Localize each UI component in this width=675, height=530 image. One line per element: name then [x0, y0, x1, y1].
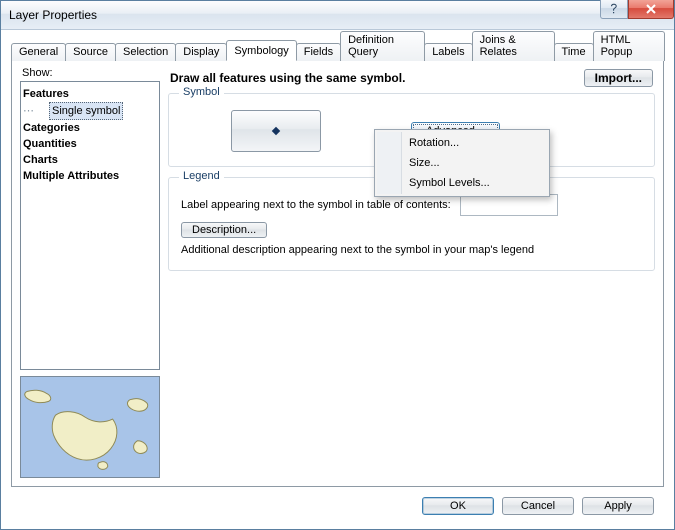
tab-time[interactable]: Time [554, 43, 594, 61]
tab-selection[interactable]: Selection [115, 43, 176, 61]
map-preview-icon [21, 377, 159, 477]
menu-item-size[interactable]: Size... [377, 153, 547, 173]
tree-branch-icon: ⋯ [23, 105, 37, 117]
legend-label-row: Label appearing next to the symbol in ta… [181, 194, 642, 216]
legend-group-title: Legend [179, 170, 224, 182]
panel-header: Draw all features using the same symbol.… [168, 67, 655, 93]
menu-item-rotation[interactable]: Rotation... [377, 133, 547, 153]
close-button[interactable] [628, 0, 674, 19]
tab-source[interactable]: Source [65, 43, 116, 61]
tab-general[interactable]: General [11, 43, 66, 61]
dialog-buttons: OK Cancel Apply [11, 487, 664, 519]
show-tree[interactable]: Features ⋯Single symbol Categories Quant… [20, 81, 160, 370]
symbol-swatch[interactable] [231, 110, 321, 152]
help-icon [609, 3, 619, 15]
tree-item-charts[interactable]: Charts [23, 152, 157, 168]
window-controls [600, 1, 674, 29]
legend-label-text: Label appearing next to the symbol in ta… [181, 199, 451, 211]
tab-fields[interactable]: Fields [296, 43, 341, 61]
help-button[interactable] [600, 0, 628, 19]
map-preview [20, 376, 160, 478]
window-title: Layer Properties [9, 8, 600, 22]
tab-joins-relates[interactable]: Joins & Relates [472, 31, 555, 61]
tab-html-popup[interactable]: HTML Popup [593, 31, 665, 61]
tree-item-categories[interactable]: Categories [23, 120, 157, 136]
tabstrip: General Source Selection Display Symbolo… [11, 38, 664, 60]
ok-button[interactable]: OK [422, 497, 494, 515]
close-icon [645, 4, 657, 14]
symbol-group-title: Symbol [179, 86, 224, 98]
menu-item-symbol-levels[interactable]: Symbol Levels... [377, 173, 547, 193]
advanced-menu: Rotation... Size... Symbol Levels... [374, 129, 550, 197]
tree-item-single-symbol[interactable]: ⋯Single symbol [23, 102, 157, 120]
description-button[interactable]: Description... [181, 222, 267, 238]
tab-display[interactable]: Display [175, 43, 227, 61]
titlebar: Layer Properties [1, 1, 674, 30]
right-column: Draw all features using the same symbol.… [168, 67, 655, 478]
panel-heading: Draw all features using the same symbol. [170, 71, 405, 85]
tab-body: Show: Features ⋯Single symbol Categories… [11, 60, 664, 487]
tab-symbology[interactable]: Symbology [226, 40, 296, 61]
left-column: Show: Features ⋯Single symbol Categories… [20, 67, 160, 478]
tab-definition-query[interactable]: Definition Query [340, 31, 425, 61]
tree-item-multiple-attributes[interactable]: Multiple Attributes [23, 168, 157, 184]
show-label: Show: [22, 67, 160, 79]
apply-button[interactable]: Apply [582, 497, 654, 515]
cancel-button[interactable]: Cancel [502, 497, 574, 515]
symbol-marker-icon [272, 127, 280, 135]
tab-labels[interactable]: Labels [424, 43, 472, 61]
tree-item-quantities[interactable]: Quantities [23, 136, 157, 152]
symbol-group: Symbol Advanced Rotation... Size.. [168, 93, 655, 167]
legend-label-input[interactable] [460, 194, 558, 216]
layer-properties-window: Layer Properties General Source Selectio… [0, 0, 675, 530]
client-area: General Source Selection Display Symbolo… [1, 30, 674, 529]
import-button[interactable]: Import... [584, 69, 653, 87]
tree-item-features[interactable]: Features [23, 86, 157, 102]
legend-desc-text: Additional description appearing next to… [181, 244, 642, 256]
